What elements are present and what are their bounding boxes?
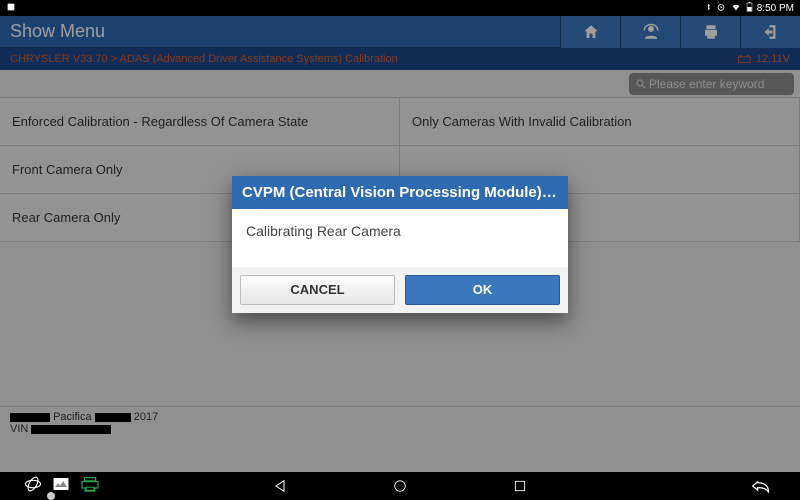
nav-recents-button[interactable] [505,472,535,500]
dialog: CVPM (Central Vision Processing Module) … [232,176,568,313]
bluetooth-icon [704,2,712,15]
cancel-button[interactable]: CANCEL [240,275,395,305]
dialog-message: Calibrating Rear Camera [232,209,568,267]
dialog-actions: CANCEL OK [232,267,568,313]
dialog-title: CVPM (Central Vision Processing Module) … [232,176,568,209]
android-nav-bar [0,472,800,500]
nav-undo-button[interactable] [746,472,776,500]
android-status-bar: 8:50 PM [0,0,800,16]
nav-home-button[interactable] [385,472,415,500]
alarm-icon [716,2,726,15]
ok-button[interactable]: OK [405,275,560,305]
printer-dock-icon[interactable] [80,476,100,497]
browser-dock-icon[interactable] [24,475,42,498]
notification-icon [6,2,16,15]
clock-text: 8:50 PM [757,3,794,14]
nav-back-button[interactable] [265,472,295,500]
wifi-icon [730,2,742,15]
battery-icon [746,2,753,15]
gallery-dock-icon[interactable] [52,476,70,497]
modal-overlay: CVPM (Central Vision Processing Module) … [0,16,800,472]
